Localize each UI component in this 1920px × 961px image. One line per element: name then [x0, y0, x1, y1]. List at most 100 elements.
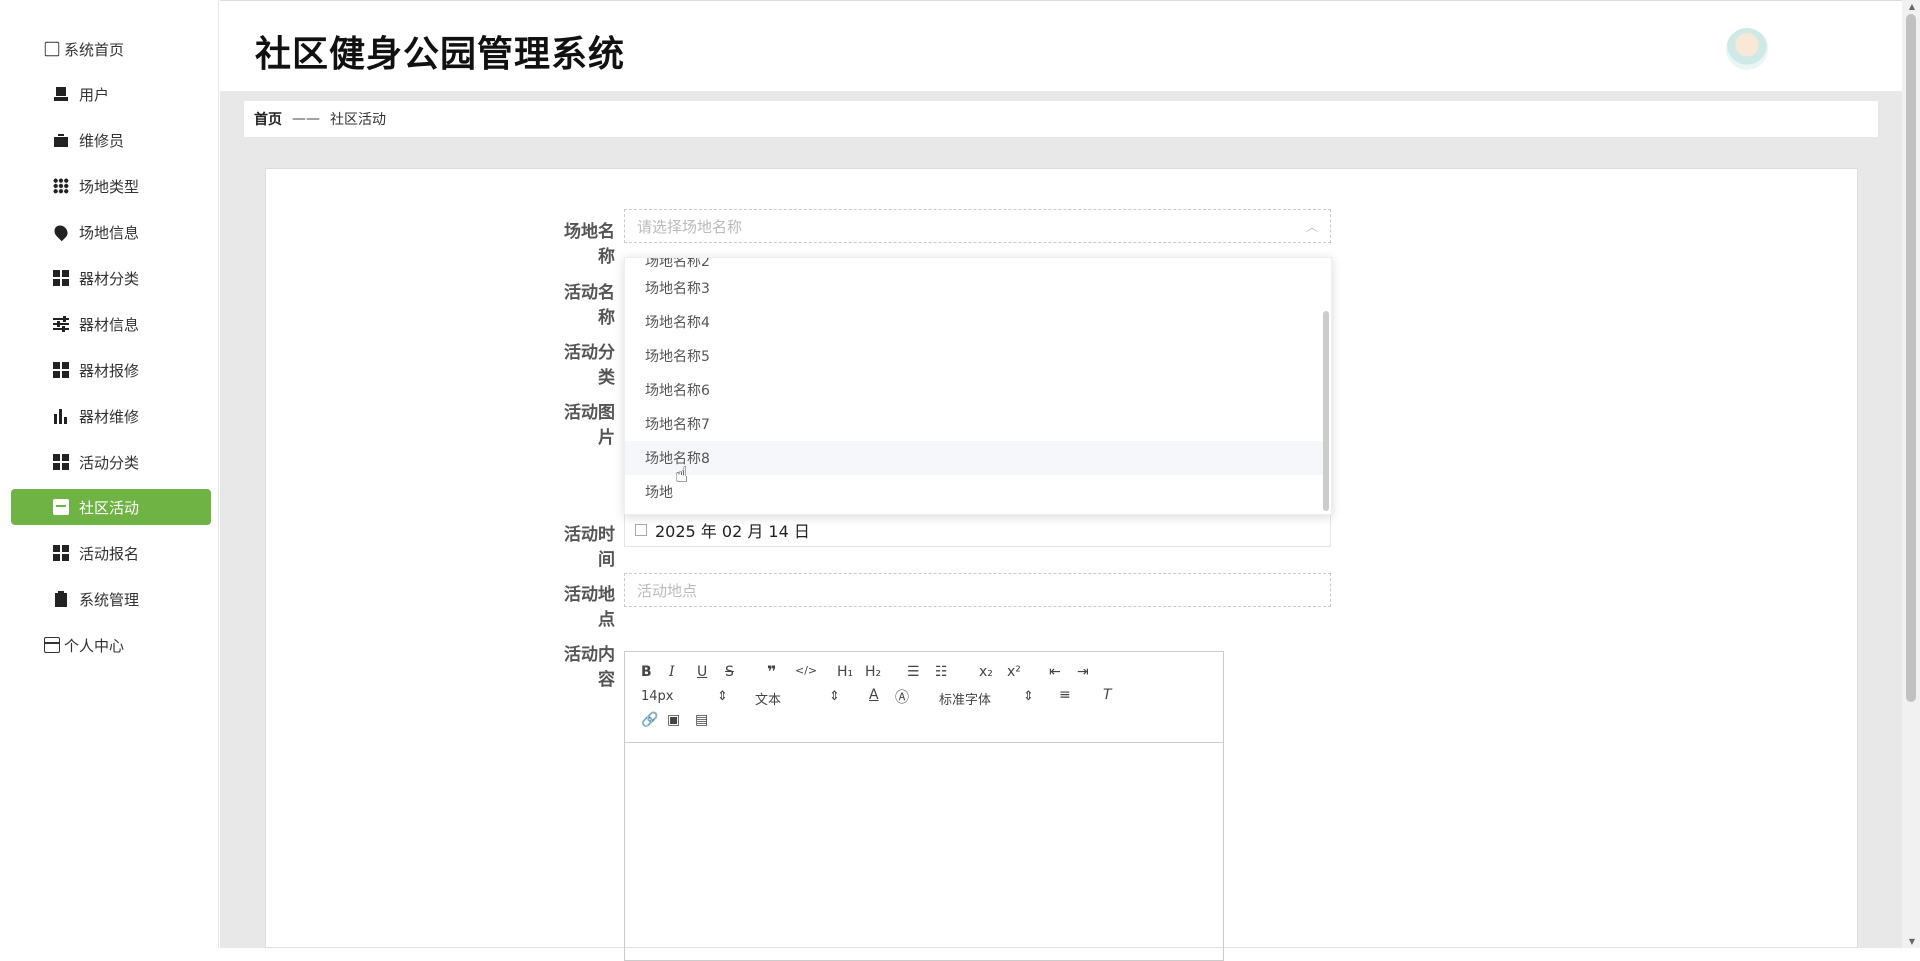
superscript-icon[interactable]: x²	[1007, 664, 1021, 680]
background-color-icon[interactable]: Ⓐ	[895, 687, 909, 707]
dropdown-option[interactable]: 场地名称7	[625, 407, 1325, 441]
activity-time-value: 2025 年 02 月 14 日	[655, 522, 810, 541]
sidebar-item-label: 用户	[79, 85, 110, 104]
grid-icon	[53, 270, 69, 286]
header: 社区健身公园管理系统	[220, 0, 1902, 92]
outdent-icon[interactable]: ⇤	[1049, 664, 1061, 680]
chat-icon	[53, 499, 69, 515]
updown-icon: ⇕	[829, 689, 840, 704]
sidebar-item-repairman[interactable]: 维修员	[11, 122, 211, 158]
pin-icon	[51, 222, 71, 242]
sidebar-item-profile[interactable]: 个人中心	[11, 627, 211, 663]
align-icon[interactable]: ≡	[1059, 687, 1071, 703]
sidebar-item-equipment-report[interactable]: 器材报修	[11, 352, 211, 388]
sidebar-item-community-activity[interactable]: 社区活动	[11, 489, 211, 525]
dropdown-option[interactable]: 场地名称4	[625, 305, 1325, 339]
hand-cursor-icon: ☝	[675, 463, 689, 488]
sidebar-item-equipment-info[interactable]: 器材信息	[11, 306, 211, 342]
briefcase-icon	[53, 132, 69, 148]
editor-toolbar: B I U S ❞ </> H₁ H₂ ☰ ☷ x₂ x² ⇤ ⇥ 14px ⇕…	[625, 652, 1223, 743]
dropdown-scrollbar[interactable]	[1323, 311, 1329, 511]
text-color-icon[interactable]: A	[869, 687, 879, 703]
activity-category-label: 活动分类	[564, 343, 615, 388]
indent-icon[interactable]: ⇥	[1077, 664, 1089, 680]
rich-text-editor[interactable]: B I U S ❞ </> H₁ H₂ ☰ ☷ x₂ x² ⇤ ⇥ 14px ⇕…	[624, 651, 1224, 961]
dropdown-option[interactable]: 场地名称3	[625, 271, 1325, 305]
sidebar-item-venue-info[interactable]: 场地信息	[11, 214, 211, 250]
sliders-icon	[53, 316, 69, 332]
image-icon[interactable]: ▣	[667, 712, 680, 728]
sidebar: 系统首页 用户 维修员 场地类型 场地信息 器材分类 器材信息 器材报修 器材维…	[0, 0, 219, 948]
font-size-select[interactable]: 14px	[641, 689, 674, 704]
sidebar-item-activity-category[interactable]: 活动分类	[11, 444, 211, 480]
link-icon[interactable]: 🔗	[641, 712, 658, 728]
page-title: 社区健身公园管理系统	[255, 34, 626, 75]
blockquote-icon[interactable]: ❞	[767, 662, 776, 681]
subscript-icon[interactable]: x₂	[979, 664, 993, 680]
venue-label: 场地名称	[564, 222, 615, 267]
h1-icon[interactable]: H₁	[837, 664, 853, 680]
activity-location-placeholder: 活动地点	[637, 581, 698, 600]
font-family-select[interactable]: 标准字体	[939, 689, 991, 708]
grid-icon	[53, 454, 69, 470]
breadcrumb: 首页 —— 社区活动	[244, 101, 1878, 137]
scroll-up-arrow-icon[interactable]: ▲	[1909, 2, 1915, 11]
avatar[interactable]	[1726, 28, 1768, 70]
sidebar-item-label: 场地类型	[79, 177, 140, 196]
updown-icon: ⇕	[1023, 689, 1034, 704]
dropdown-option[interactable]: 场地名称5	[625, 339, 1325, 373]
activity-time-label: 活动时间	[564, 525, 615, 570]
italic-icon[interactable]: I	[669, 664, 675, 680]
bold-icon[interactable]: B	[641, 664, 652, 680]
video-icon[interactable]: ▤	[695, 712, 708, 728]
dropdown-option-hovered[interactable]: 场地名称8	[625, 441, 1325, 475]
calendar-icon	[635, 524, 647, 536]
sidebar-item-label: 场地信息	[79, 223, 140, 242]
sidebar-item-label: 器材报修	[79, 361, 140, 380]
bar-chart-icon	[53, 408, 69, 424]
scroll-down-arrow-icon[interactable]: ▼	[1909, 937, 1915, 946]
sidebar-item-label: 器材分类	[79, 269, 140, 288]
sidebar-item-label: 活动报名	[79, 544, 140, 563]
user-icon	[53, 86, 69, 102]
breadcrumb-home[interactable]: 首页	[254, 109, 282, 129]
sidebar-item-equipment-category[interactable]: 器材分类	[11, 260, 211, 296]
breadcrumb-current: 社区活动	[330, 112, 386, 128]
dropdown-option[interactable]: 场地	[625, 475, 1325, 509]
strike-icon[interactable]: S	[725, 664, 734, 680]
header-select[interactable]: 文本	[755, 689, 781, 708]
underline-icon[interactable]: U	[697, 664, 707, 680]
editor-content[interactable]	[625, 743, 1223, 960]
clipboard-icon	[53, 591, 69, 607]
scrollbar-thumb[interactable]	[1906, 14, 1916, 702]
sidebar-item-system-admin[interactable]: 系统管理	[11, 581, 211, 617]
h2-icon[interactable]: H₂	[865, 664, 881, 680]
activity-image-label: 活动图片	[564, 403, 615, 448]
sidebar-item-home[interactable]: 系统首页	[11, 31, 211, 67]
activity-location-label: 活动地点	[564, 585, 615, 630]
sidebar-item-label: 器材信息	[79, 315, 140, 334]
sidebar-item-activity-signup[interactable]: 活动报名	[11, 535, 211, 571]
activity-time-input[interactable]: 2025 年 02 月 14 日	[624, 513, 1331, 547]
grid-icon	[53, 545, 69, 561]
venue-select[interactable]: 请选择场地名称 ︿	[624, 209, 1331, 243]
sidebar-item-equipment-repair[interactable]: 器材维修	[11, 398, 211, 434]
activity-location-input[interactable]: 活动地点	[624, 573, 1331, 607]
breadcrumb-separator: ——	[292, 111, 320, 127]
venue-dropdown: 场地名称2 场地名称3 场地名称4 场地名称5 场地名称6 场地名称7 场地名称…	[624, 257, 1332, 515]
sidebar-item-user[interactable]: 用户	[11, 76, 211, 112]
grid-icon	[53, 362, 69, 378]
venue-select-placeholder: 请选择场地名称	[637, 217, 743, 236]
code-icon[interactable]: </>	[795, 664, 817, 677]
bullet-list-icon[interactable]: ☷	[935, 664, 948, 680]
sidebar-item-venue-type[interactable]: 场地类型	[11, 168, 211, 204]
grid-icon	[53, 178, 69, 194]
sidebar-item-label: 活动分类	[79, 453, 140, 472]
home-icon	[44, 41, 60, 57]
ordered-list-icon[interactable]: ☰	[907, 664, 920, 680]
page-scrollbar[interactable]: ▲ ▼	[1902, 0, 1920, 948]
dropdown-option[interactable]: 场地名称6	[625, 373, 1325, 407]
updown-icon: ⇕	[717, 689, 728, 704]
clear-format-icon[interactable]: T	[1103, 687, 1112, 703]
sidebar-item-label: 系统管理	[79, 590, 140, 609]
